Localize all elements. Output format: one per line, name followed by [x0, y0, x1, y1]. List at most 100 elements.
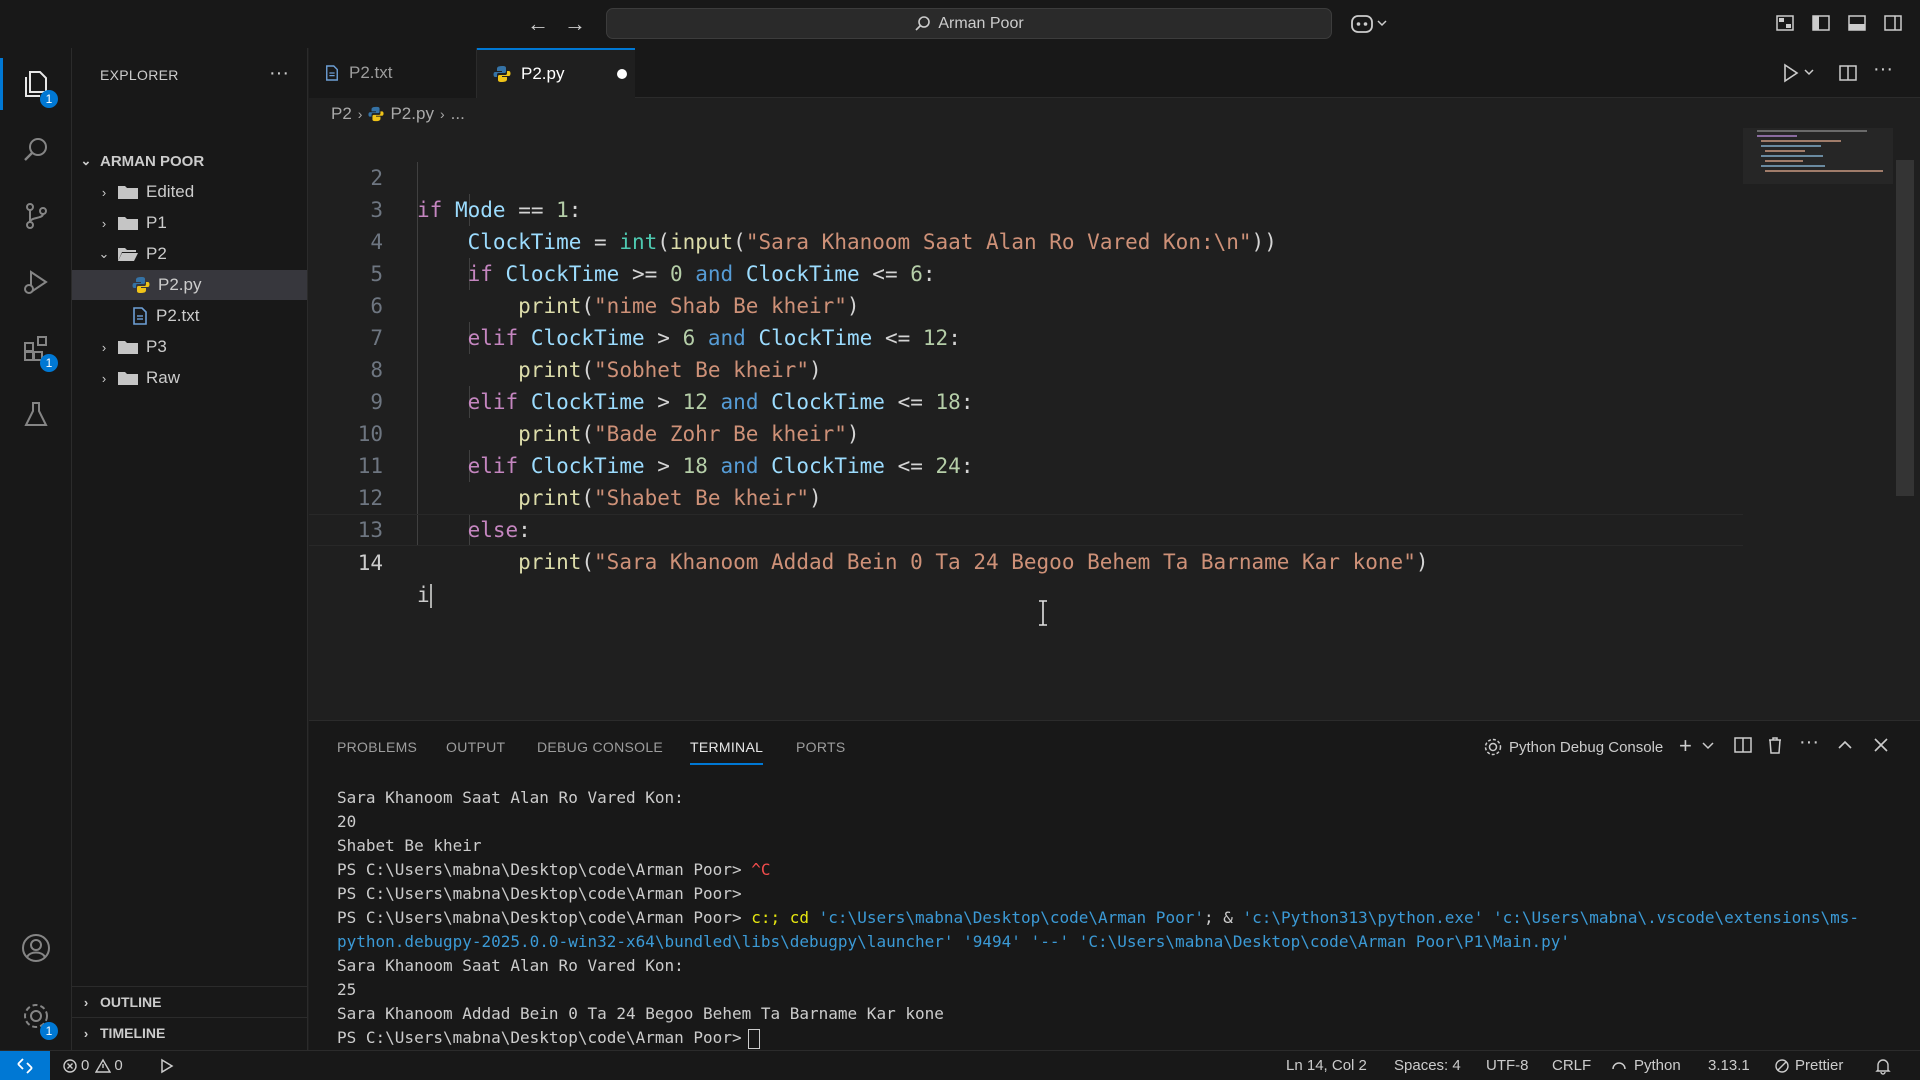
- terminal-line: Sara Khanoom Saat Alan Ro Vared Kon:: [337, 788, 684, 807]
- folder-label: P2: [146, 244, 167, 263]
- toggle-sidebar-icon[interactable]: [1810, 12, 1834, 36]
- terminal-prompt: PS C:\Users\mabna\Desktop\code\Arman Poo…: [337, 908, 752, 927]
- folder-raw[interactable]: › Raw: [72, 363, 307, 393]
- notifications-bell-icon[interactable]: [1874, 1051, 1892, 1080]
- debug-launch-icon[interactable]: [156, 1051, 176, 1080]
- chevron-right-icon: ›: [101, 339, 107, 355]
- terminal-line: 25: [337, 980, 357, 999]
- tab-p2-txt[interactable]: P2.txt: [309, 48, 477, 98]
- code-line: 8 elif ClockTime > 12 and ClockTime <= 1…: [309, 322, 1743, 414]
- chevron-right-icon: ›: [101, 215, 107, 231]
- forward-arrow-icon[interactable]: →: [563, 10, 587, 38]
- python-version[interactable]: 3.13.1: [1708, 1051, 1750, 1080]
- encoding[interactable]: UTF-8: [1486, 1051, 1529, 1080]
- indentation[interactable]: Spaces: 4: [1394, 1051, 1461, 1080]
- tab-p2-py[interactable]: P2.py: [477, 48, 635, 98]
- editor-scrollbar[interactable]: [1896, 160, 1914, 496]
- braces-icon: [1612, 1061, 1626, 1069]
- terminal-line: PS C:\Users\mabna\Desktop\code\Arman Poo…: [337, 884, 742, 903]
- file-p2-txt[interactable]: P2.txt: [72, 301, 307, 331]
- language-mode[interactable]: Python: [1610, 1051, 1681, 1080]
- activity-bar: 1 1 1: [0, 48, 72, 1050]
- breadcrumb-file[interactable]: P2.py: [390, 104, 433, 124]
- breadcrumb-folder[interactable]: P2: [331, 104, 352, 124]
- folder-p3[interactable]: › P3: [72, 332, 307, 362]
- code-line: 2 if Mode == 1:: [309, 130, 1743, 222]
- terminal-line: PS C:\Users\mabna\Desktop\code\Arman Poo…: [337, 1026, 760, 1050]
- editor-more-actions-icon[interactable]: ···: [1873, 58, 1893, 81]
- text-file-icon: [326, 65, 338, 81]
- code-editor[interactable]: 2 if Mode == 1: 3 ClockTime = int(input(…: [309, 130, 1920, 720]
- folder-icon: [118, 186, 138, 199]
- chevron-right-icon: ›: [101, 370, 107, 386]
- command-center-label: Arman Poor: [938, 14, 1024, 32]
- breadcrumb: P2 › P2.py › ...: [309, 98, 1920, 130]
- terminal-line: Shabet Be kheir: [337, 836, 482, 855]
- outline-section[interactable]: › OUTLINE: [72, 986, 307, 1017]
- line-endings[interactable]: CRLF: [1552, 1051, 1591, 1080]
- extensions-icon[interactable]: 1: [16, 328, 58, 372]
- folder-p1[interactable]: › P1: [72, 208, 307, 238]
- code-line: 4 if ClockTime >= 0 and ClockTime <= 6:: [309, 194, 1743, 286]
- cursor-position[interactable]: Ln 14, Col 2: [1286, 1051, 1367, 1080]
- file-p2-py[interactable]: P2.py: [72, 270, 307, 300]
- tab-label: P2.py: [521, 64, 565, 83]
- explorer-badge: 1: [40, 90, 58, 108]
- explorer-sidebar: EXPLORER ··· ⌄ ARMAN POOR › Edited › P1 …: [72, 48, 308, 1050]
- settings-badge: 1: [40, 1022, 58, 1040]
- customize-layout-icon[interactable]: [1774, 12, 1798, 36]
- unsaved-dot-icon[interactable]: [617, 69, 628, 79]
- breadcrumb-more[interactable]: ...: [451, 104, 465, 124]
- folder-label: Raw: [146, 368, 181, 387]
- bottom-panel: PROBLEMS OUTPUT DEBUG CONSOLE TERMINAL P…: [309, 720, 1920, 1050]
- explorer-icon[interactable]: 1: [0, 58, 58, 110]
- chevron-down-icon: ⌄: [80, 153, 92, 168]
- line-number: 14: [357, 551, 383, 575]
- error-count: 0: [81, 1057, 90, 1074]
- warning-icon: [95, 1058, 112, 1073]
- code-line: 11 print("Shabet Be kheir"): [309, 418, 1743, 510]
- more-actions-icon[interactable]: ···: [269, 62, 289, 85]
- folder-open-icon: [118, 248, 138, 261]
- code-line: 10 elif ClockTime > 18 and ClockTime <= …: [309, 386, 1743, 478]
- folder-p2[interactable]: ⌄ P2: [72, 239, 307, 269]
- terminal-string: 'c:\Python313\python.exe' 'c:\Users\mabn…: [1242, 908, 1860, 927]
- testing-flask-icon[interactable]: [16, 394, 56, 434]
- command-center-search[interactable]: Arman Poor: [606, 8, 1332, 39]
- run-and-debug-icon[interactable]: [16, 262, 56, 302]
- run-python-file-icon[interactable]: [1781, 62, 1817, 89]
- language-label: Python: [1634, 1057, 1681, 1074]
- code-line: 13 print("Sara Khanoom Addad Bein 0 Ta 2…: [309, 482, 1743, 574]
- timeline-section[interactable]: › TIMELINE: [72, 1017, 307, 1048]
- terminal-command: c:; cd: [751, 908, 819, 927]
- terminal-line: Sara Khanoom Saat Alan Ro Vared Kon:: [337, 956, 684, 975]
- workspace-root[interactable]: ⌄ ARMAN POOR: [72, 146, 307, 176]
- settings-gear-icon[interactable]: 1: [16, 996, 58, 1040]
- split-editor-icon[interactable]: [1837, 62, 1859, 89]
- source-control-icon[interactable]: [16, 196, 56, 236]
- terminal-prompt: PS C:\Users\mabna\Desktop\code\Arman Poo…: [337, 1028, 742, 1047]
- problems-indicator[interactable]: 0 0: [62, 1051, 123, 1080]
- prettier-status[interactable]: Prettier: [1774, 1051, 1843, 1080]
- search-icon[interactable]: [16, 130, 56, 170]
- mouse-ibeam-cursor: [1038, 600, 1048, 626]
- folder-edited[interactable]: › Edited: [72, 177, 307, 207]
- account-icon[interactable]: [16, 928, 56, 968]
- warning-count: 0: [114, 1057, 123, 1074]
- back-arrow-icon[interactable]: ←: [526, 10, 550, 38]
- prohibited-icon: [1775, 1058, 1789, 1073]
- terminal-interrupt: ^C: [751, 860, 771, 879]
- python-file-icon: [368, 106, 385, 122]
- folder-icon: [118, 217, 138, 230]
- minimap[interactable]: [1743, 128, 1893, 184]
- text-cursor: [429, 584, 432, 608]
- copilot-icon[interactable]: [1350, 12, 1387, 36]
- terminal-output[interactable]: Sara Khanoom Saat Alan Ro Vared Kon: 20 …: [309, 721, 1920, 1051]
- workspace-root-label: ARMAN POOR: [100, 152, 205, 170]
- remote-indicator-icon[interactable]: [0, 1051, 50, 1080]
- toggle-panel-icon[interactable]: [1846, 12, 1870, 36]
- toggle-secondary-sidebar-icon[interactable]: [1882, 12, 1906, 36]
- typed-text: i: [417, 583, 430, 607]
- code-line: 7 print("Sobhet Be kheir"): [309, 290, 1743, 382]
- folder-label: P1: [146, 213, 167, 232]
